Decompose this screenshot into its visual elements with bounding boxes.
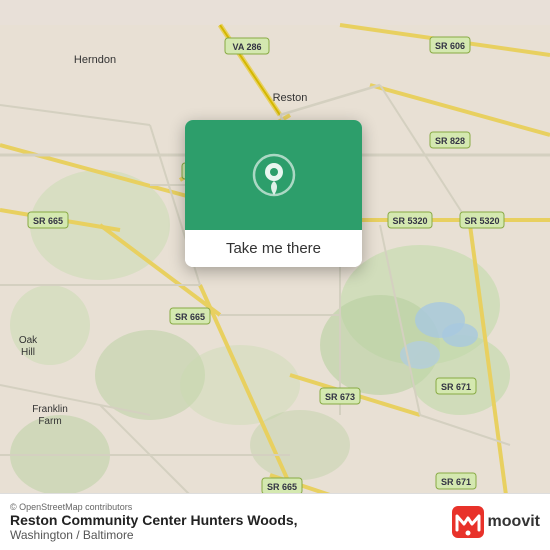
bottom-bar: © OpenStreetMap contributors Reston Comm… — [0, 493, 550, 550]
svg-text:Reston: Reston — [273, 92, 308, 104]
svg-text:SR 828: SR 828 — [435, 136, 465, 146]
svg-text:Herndon: Herndon — [74, 54, 116, 66]
popup-card: Take me there — [185, 120, 362, 267]
svg-text:SR 671: SR 671 — [441, 477, 471, 487]
take-me-there-button[interactable]: Take me there — [185, 230, 362, 267]
svg-text:SR 671: SR 671 — [441, 382, 471, 392]
svg-text:SR 665: SR 665 — [267, 482, 297, 492]
bottom-left: © OpenStreetMap contributors Reston Comm… — [10, 502, 298, 542]
copyright-text: © OpenStreetMap contributors — [10, 502, 298, 512]
moovit-logo: moovit — [452, 506, 540, 538]
svg-text:SR 5320: SR 5320 — [392, 216, 427, 226]
svg-text:Franklin: Franklin — [32, 404, 68, 415]
place-subtitle: Washington / Baltimore — [10, 528, 298, 542]
map-container: VA 286 SR 606 SR 828 SR 665 SR 665 SR 66… — [0, 0, 550, 550]
svg-text:Hill: Hill — [21, 347, 35, 358]
map-background: VA 286 SR 606 SR 828 SR 665 SR 665 SR 66… — [0, 0, 550, 550]
location-pin-icon — [252, 153, 296, 197]
svg-text:SR 5320: SR 5320 — [464, 216, 499, 226]
place-title: Reston Community Center Hunters Woods, — [10, 512, 298, 528]
svg-text:SR 673: SR 673 — [325, 392, 355, 402]
svg-text:VA 286: VA 286 — [232, 42, 261, 52]
svg-text:SR 606: SR 606 — [435, 41, 465, 51]
svg-text:SR 665: SR 665 — [33, 216, 63, 226]
moovit-text: moovit — [488, 513, 540, 531]
moovit-icon — [452, 506, 484, 538]
popup-header — [185, 120, 362, 230]
svg-text:Oak: Oak — [19, 335, 38, 346]
svg-text:SR 665: SR 665 — [175, 312, 205, 322]
svg-text:Farm: Farm — [38, 416, 61, 427]
